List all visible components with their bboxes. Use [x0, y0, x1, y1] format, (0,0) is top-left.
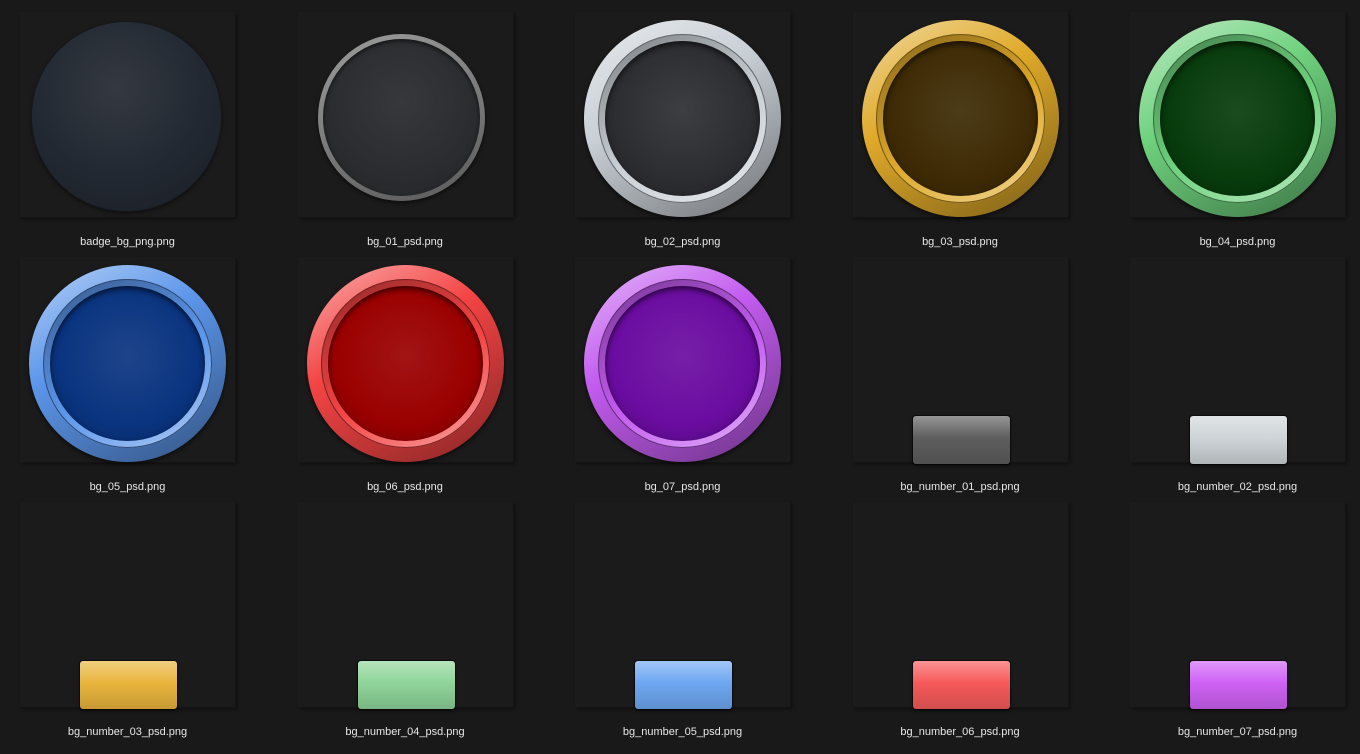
file-thumbnail [297, 257, 513, 462]
file-item[interactable]: bg_number_03_psd.png [20, 502, 298, 747]
ring-badge-inner-rim [598, 279, 767, 448]
file-name-label: bg_number_04_psd.png [345, 726, 465, 738]
file-item[interactable]: bg_number_04_psd.png [297, 502, 576, 747]
number-plate-image [1190, 661, 1287, 709]
file-name-label: bg_number_06_psd.png [900, 726, 1020, 738]
file-item[interactable]: bg_05_psd.png [20, 257, 298, 502]
file-name-label: bg_number_01_psd.png [900, 481, 1020, 493]
badge-disk-image [32, 22, 221, 211]
file-thumbnail [575, 502, 790, 709]
file-name-label: bg_number_05_psd.png [622, 726, 743, 738]
file-thumbnail [20, 502, 235, 709]
file-item[interactable]: bg_number_05_psd.png [575, 502, 853, 747]
number-plate-image [80, 661, 177, 709]
file-grid: badge_bg_png.png bg_01_psd.png bg_02_psd.p… [20, 12, 1360, 747]
ring-badge-image [29, 265, 226, 462]
file-name-label: bg_05_psd.png [89, 481, 166, 493]
ring-badge-image [584, 20, 781, 217]
file-thumbnail [852, 257, 1068, 464]
file-item[interactable]: bg_07_psd.png [575, 257, 853, 502]
file-name-label: badge_bg_png.png [80, 236, 175, 248]
file-thumbnail [575, 257, 790, 462]
file-name-label: bg_number_07_psd.png [1177, 726, 1298, 738]
file-item[interactable]: bg_number_01_psd.png [852, 257, 1131, 502]
number-plate-image [912, 416, 1010, 464]
number-plate-image [635, 661, 732, 709]
file-name-label: bg_01_psd.png [367, 236, 443, 248]
ring-badge-inner-rim [598, 34, 767, 203]
file-item[interactable]: bg_02_psd.png [575, 12, 853, 257]
file-thumbnail [1130, 502, 1345, 709]
ring-badge-center [327, 286, 483, 441]
file-item[interactable]: bg_number_02_psd.png [1130, 257, 1360, 502]
ring-badge-center [322, 39, 480, 196]
file-thumbnail [852, 12, 1068, 217]
file-name-label: bg_06_psd.png [367, 481, 443, 493]
ring-badge-center [882, 41, 1038, 196]
file-item[interactable]: bg_number_07_psd.png [1130, 502, 1360, 747]
ring-badge-center [605, 41, 760, 196]
file-item[interactable]: badge_bg_png.png [20, 12, 298, 257]
file-item[interactable]: bg_04_psd.png [1130, 12, 1360, 257]
ring-badge-inner-rim [43, 279, 212, 448]
file-thumbnail [20, 257, 235, 462]
file-thumbnail [1130, 12, 1345, 217]
file-name-label: bg_07_psd.png [644, 481, 721, 493]
file-item[interactable]: bg_number_06_psd.png [852, 502, 1131, 747]
file-name-label: bg_number_02_psd.png [1177, 481, 1298, 493]
ring-badge-image [861, 20, 1059, 217]
ring-badge-inner-rim [320, 279, 490, 448]
ring-badge-inner-rim [875, 34, 1045, 203]
number-plate-image [912, 661, 1010, 709]
file-thumbnail [852, 502, 1068, 709]
file-name-label: bg_03_psd.png [922, 236, 998, 248]
file-item[interactable]: bg_01_psd.png [297, 12, 576, 257]
file-name-label: bg_number_03_psd.png [67, 726, 188, 738]
file-thumbnail [297, 12, 513, 217]
number-plate-image [357, 661, 455, 709]
file-item[interactable]: bg_06_psd.png [297, 257, 576, 502]
ring-badge-inner-rim [1153, 34, 1322, 203]
ring-badge-image [306, 265, 504, 462]
ring-badge-center [1160, 41, 1315, 196]
file-thumbnail [575, 12, 790, 217]
ring-badge-image [1139, 20, 1336, 217]
ring-badge-center [605, 286, 760, 441]
number-plate-image [1190, 416, 1287, 464]
ring-badge-image [584, 265, 781, 462]
ring-badge-image [317, 34, 485, 201]
file-item[interactable]: bg_03_psd.png [852, 12, 1131, 257]
file-thumbnail [297, 502, 513, 709]
file-thumbnail [1130, 257, 1345, 464]
ring-badge-center [50, 286, 205, 441]
file-name-label: bg_04_psd.png [1199, 236, 1276, 248]
file-name-label: bg_02_psd.png [644, 236, 721, 248]
file-thumbnail [20, 12, 235, 217]
